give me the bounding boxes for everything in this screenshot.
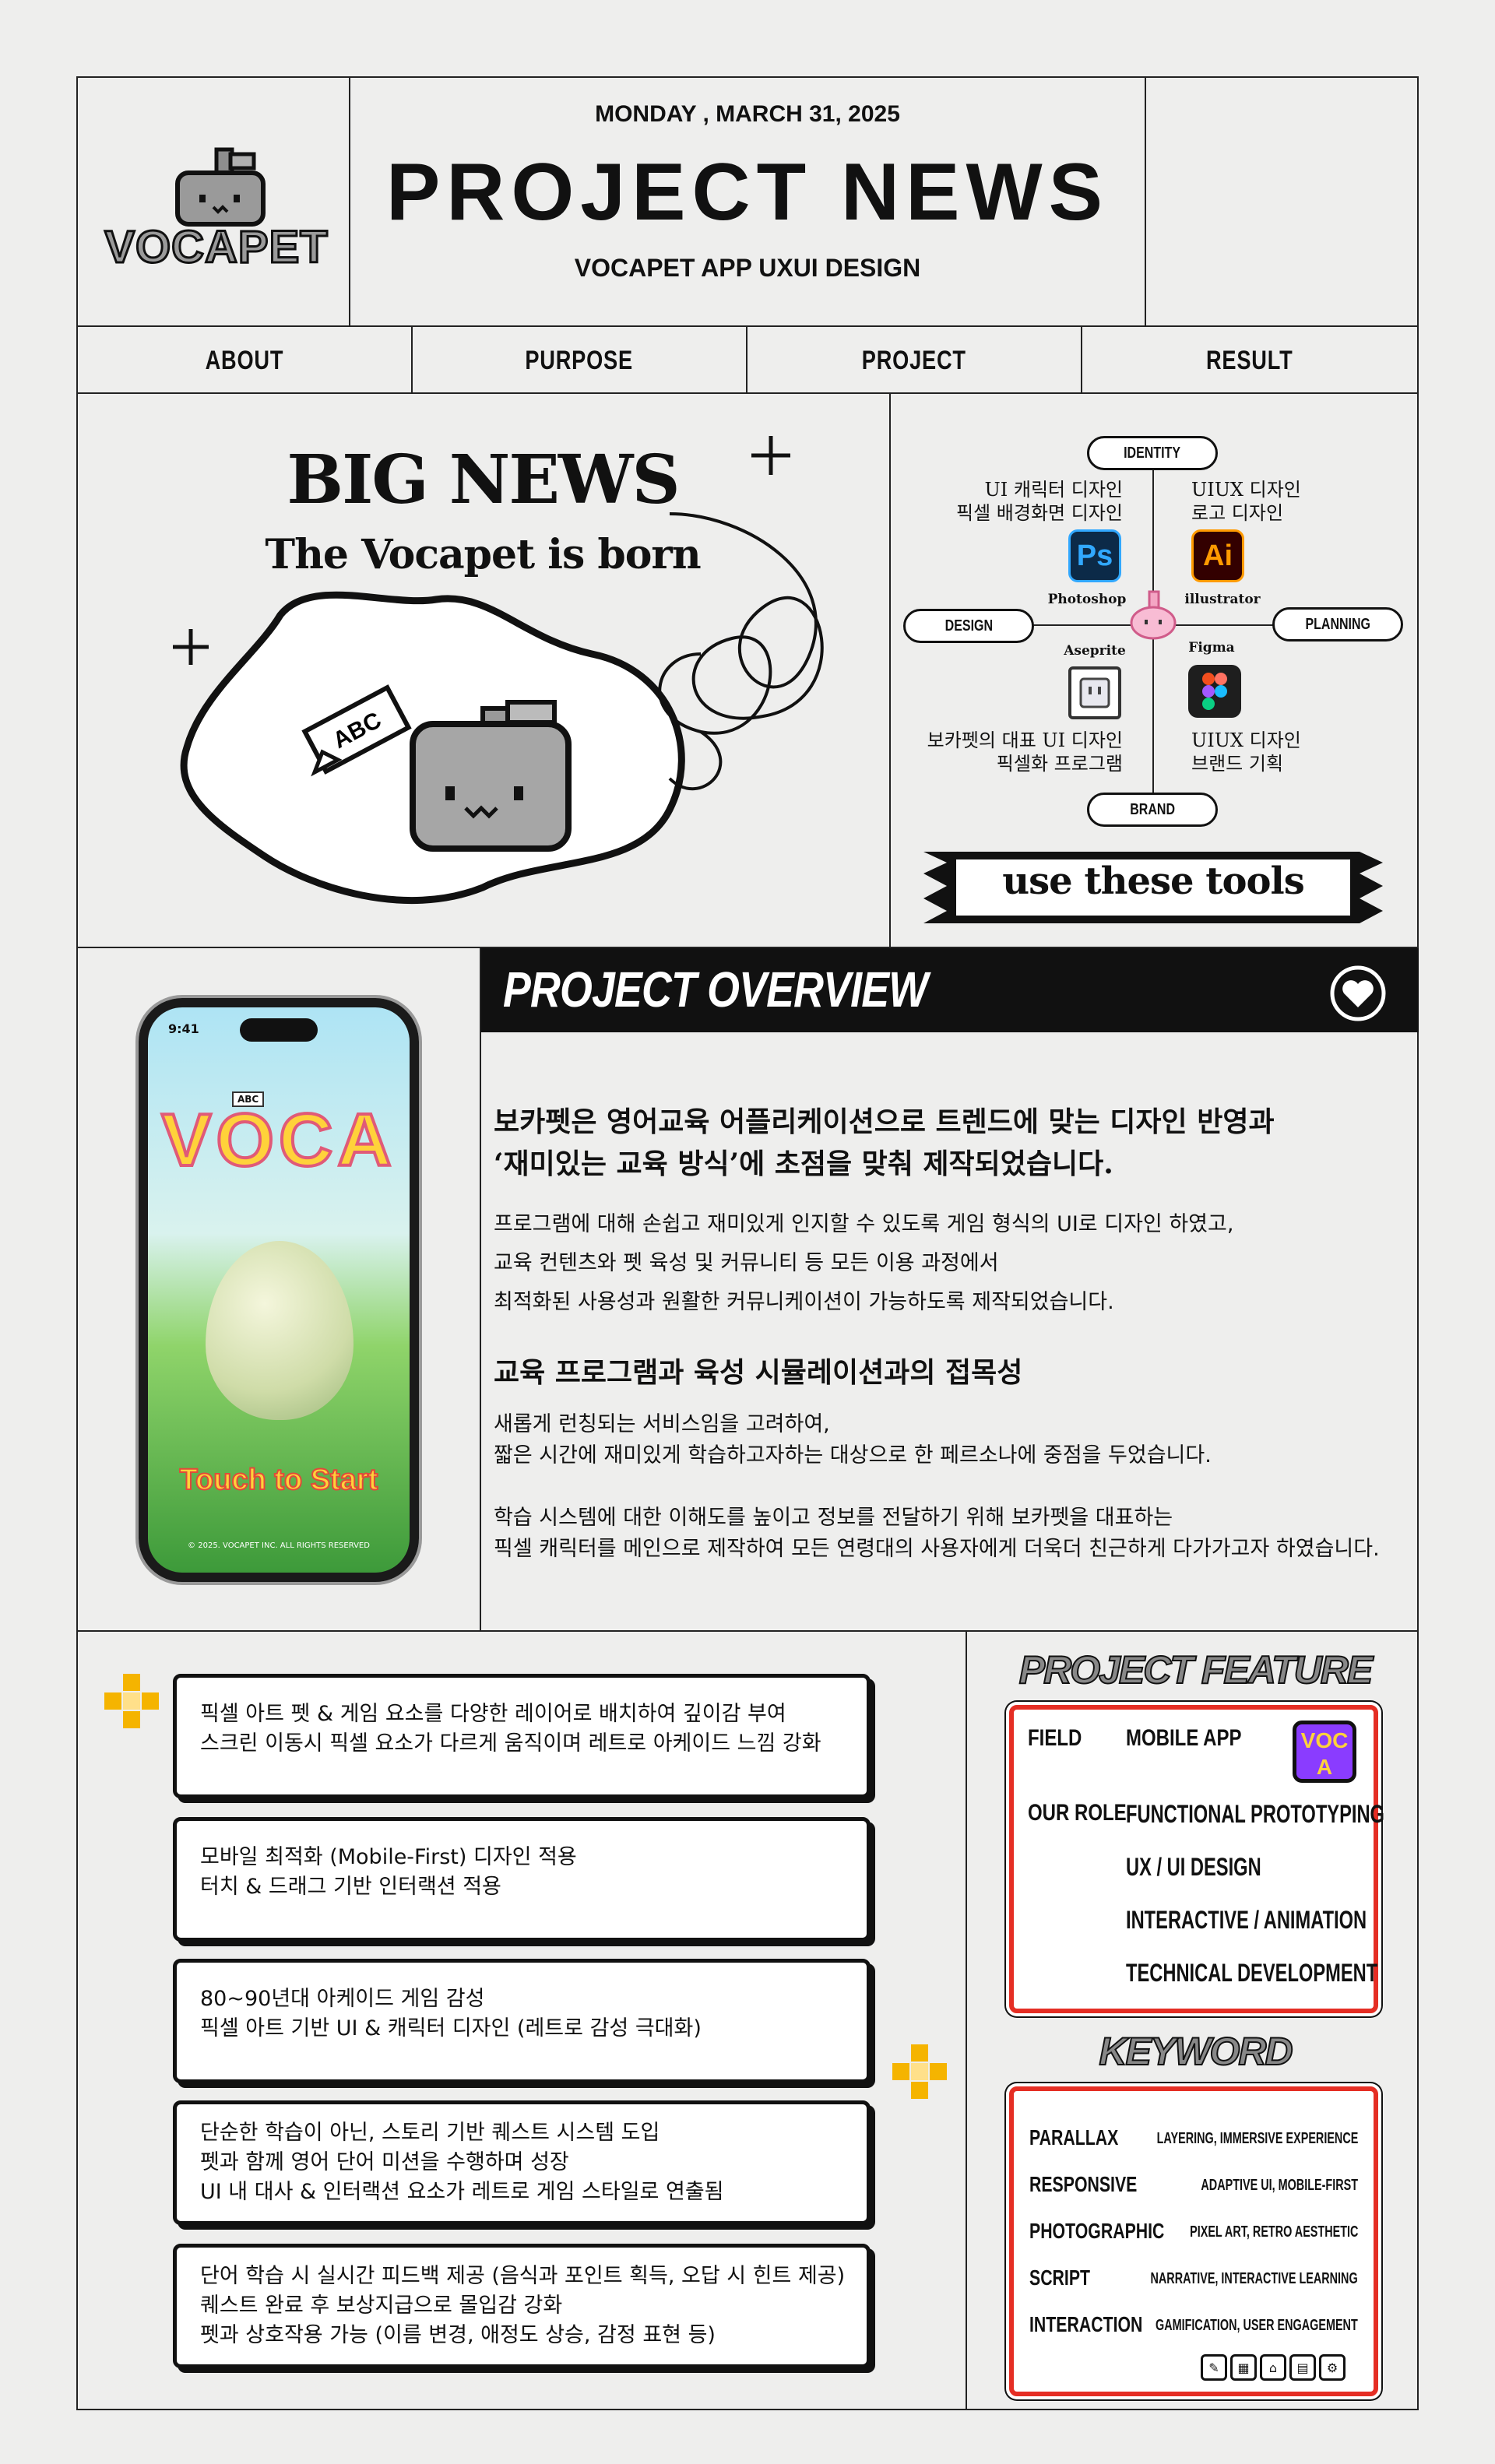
logo[interactable]: VOCAPET: [100, 140, 333, 274]
nav-project[interactable]: PROJECT: [748, 327, 1081, 394]
role-item: TECHNICAL DEVELOPMENT: [1126, 1959, 1378, 1987]
keyword-name: RESPONSIVE: [1029, 2172, 1138, 2196]
page-subtitle: VOCAPET APP UXUI DESIGN: [574, 254, 921, 282]
voca-badge-icon: VOCA: [1293, 1721, 1356, 1783]
phone-mockup: 9:41 VOCA ABC Touch to Start © 2025. VOC…: [139, 998, 419, 1582]
overview-heading: 보카펫은 영어교육 어플리케이션으로 트렌드에 맞는 디자인 반영과 ‘재미있는 …: [494, 1105, 1275, 1180]
keyword-desc: ADAPTIVE UI, MOBILE-FIRST: [1201, 2177, 1358, 2194]
aseprite-icon: [1068, 666, 1121, 719]
app-title: VOCA: [160, 1097, 396, 1183]
keyword-desc: GAMIFICATION, USER ENGAGEMENT: [1156, 2317, 1358, 2334]
feature-card: 단어 학습 시 실시간 피드백 제공 (음식과 포인트 획득, 오답 시 힌트 …: [173, 2244, 871, 2368]
bunny-pet-icon: [410, 700, 572, 852]
feature-card: 80~90년대 아케이드 게임 감성 픽셀 아트 기반 UI & 캐릭터 디자인 …: [173, 1959, 871, 2083]
illustrator-icon: Ai: [1191, 529, 1244, 582]
divider: [966, 1630, 967, 2410]
logo-wordmark: VOCAPET: [104, 221, 329, 274]
keyword-name: PARALLAX: [1029, 2125, 1119, 2149]
feature-card: 모바일 최적화 (Mobile-First) 디자인 적용 터치 & 드래그 기반…: [173, 1817, 871, 1942]
divider: [480, 947, 481, 1632]
node-brand: BRAND: [1087, 793, 1218, 827]
tool-desc: 보카펫의 대표 UI 디자인 픽셀화 프로그램: [927, 729, 1123, 775]
home-icon[interactable]: ⌂: [1260, 2354, 1286, 2381]
overview-paragraph: 프로그램에 대해 손쉽고 재미있게 인지할 수 있도록 게임 형식의 UI로 디…: [494, 1212, 1234, 1314]
field-label: FIELD: [1028, 1725, 1082, 1751]
dynamic-island: [240, 1018, 318, 1042]
tool-label: illustrator: [1184, 592, 1261, 607]
nav-purpose[interactable]: PURPOSE: [413, 327, 746, 394]
keyword-name: INTERACTION: [1029, 2312, 1143, 2336]
keyword-desc: LAYERING, IMMERSIVE EXPERIENCE: [1156, 2130, 1358, 2147]
tool-label: Photoshop: [1047, 592, 1127, 607]
phone-time: 9:41: [168, 1021, 199, 1036]
keyword-name: SCRIPT: [1029, 2265, 1091, 2290]
role-item: UX / UI DESIGN: [1126, 1853, 1261, 1881]
field-value: MOBILE APP: [1126, 1725, 1242, 1751]
page-title: PROJECT NEWS: [385, 147, 1110, 237]
keyword-icon-bar: ✎ ▦ ⌂ ▤ ⚙: [1198, 2354, 1346, 2381]
overview-title: PROJECT OVERVIEW: [503, 961, 928, 1018]
gear-icon[interactable]: ⚙: [1319, 2354, 1346, 2381]
keyword-desc: PIXEL ART, RETRO AESTHETIC: [1189, 2223, 1358, 2241]
chat-icon[interactable]: ▤: [1289, 2354, 1316, 2381]
pencil-icon[interactable]: ✎: [1201, 2354, 1227, 2381]
figma-icon: [1188, 665, 1241, 718]
node-planning: PLANNING: [1272, 607, 1403, 641]
role-label: OUR ROLE: [1028, 1800, 1127, 1826]
pink-bunny-icon: [1130, 590, 1177, 640]
feature-card: 픽셀 아트 펫 & 게임 요소를 다양한 레이어로 배치하여 깊이감 부여 스크린…: [173, 1674, 871, 1798]
nav-about[interactable]: ABOUT: [78, 327, 411, 394]
tools-banner-text: use these tools: [1002, 859, 1305, 903]
role-item: FUNCTIONAL PROTOTYPING: [1126, 1800, 1384, 1828]
issue-date: MONDAY , MARCH 31, 2025: [595, 101, 900, 127]
overview-paragraph: 학습 시스템에 대한 이해도를 높이고 정보를 전달하기 위해 보카펫을 대표하…: [494, 1506, 1380, 1561]
pixel-star-icon: [892, 2044, 947, 2099]
nav-result[interactable]: RESULT: [1082, 327, 1417, 394]
overview-subheading: 교육 프로그램과 육성 시뮬레이션과의 접목성: [494, 1356, 1023, 1389]
photoshop-icon: Ps: [1068, 529, 1121, 582]
app-bubble: ABC: [232, 1091, 265, 1107]
touch-to-start-button[interactable]: Touch to Start: [148, 1463, 410, 1497]
copyright: © 2025. VOCAPET INC. ALL RIGHTS RESERVED: [188, 1541, 370, 1550]
node-design: DESIGN: [903, 609, 1034, 643]
tool-desc: UIUX 디자인 브랜드 기획: [1191, 729, 1301, 775]
overview-paragraph: 새롭게 런칭되는 서비스임을 고려하여, 짧은 시간에 재미있게 학습하고자하는 …: [494, 1412, 1212, 1468]
divider: [76, 1630, 1419, 1632]
node-identity: IDENTITY: [1087, 436, 1218, 470]
role-item: INTERACTIVE / ANIMATION: [1126, 1906, 1367, 1934]
feature-card: 단순한 학습이 아닌, 스토리 기반 퀘스트 시스템 도입 펫과 함께 영어 단어…: [173, 2100, 871, 2225]
divider: [1145, 76, 1146, 327]
sparkle-icon: [173, 629, 209, 665]
tool-desc: UIUX 디자인 로고 디자인: [1191, 479, 1301, 524]
keyword-name: PHOTOGRAPHIC: [1029, 2219, 1165, 2243]
keyword-title: KEYWORD: [1098, 2029, 1293, 2074]
divider: [889, 392, 891, 948]
feature-title: PROJECT FEATURE: [1018, 1647, 1374, 1692]
tool-desc: UI 캐릭터 디자인 픽셀 배경화면 디자인: [956, 479, 1123, 524]
hero-illustration: ABC: [173, 436, 824, 905]
pixel-star-icon: [104, 1674, 159, 1728]
heart-icon: [1330, 965, 1386, 1021]
keyword-desc: NARRATIVE, INTERACTIVE LEARNING: [1150, 2270, 1358, 2287]
egg-icon: [206, 1241, 354, 1420]
calendar-icon[interactable]: ▦: [1230, 2354, 1257, 2381]
tool-label: Figma: [1188, 640, 1235, 656]
sparkle-icon: [751, 436, 790, 475]
tool-label: Aseprite: [1064, 643, 1126, 659]
